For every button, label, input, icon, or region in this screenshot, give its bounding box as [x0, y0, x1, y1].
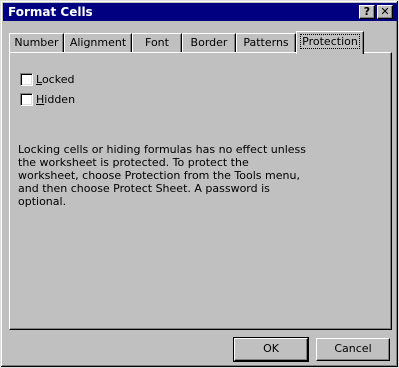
- dialog-title: Format Cells: [8, 5, 93, 19]
- protection-note: Locking cells or hiding formulas has no …: [18, 143, 306, 208]
- cancel-button[interactable]: Cancel: [316, 338, 390, 361]
- hidden-label: Hidden: [36, 93, 76, 106]
- locked-checkbox[interactable]: [20, 73, 33, 86]
- tab-font[interactable]: Font: [132, 33, 182, 53]
- locked-label: Locked: [36, 73, 75, 86]
- title-bar[interactable]: Format Cells ? ✕: [3, 3, 398, 21]
- close-icon: ✕: [380, 5, 390, 18]
- hidden-checkbox[interactable]: [20, 93, 33, 106]
- tab-protection[interactable]: Protection: [296, 31, 364, 54]
- close-button[interactable]: ✕: [377, 5, 393, 19]
- help-button[interactable]: ?: [359, 5, 375, 19]
- protection-panel: Locked Hidden Locking cells or hiding fo…: [9, 52, 392, 330]
- tab-border[interactable]: Border: [182, 33, 236, 53]
- tab-alignment[interactable]: Alignment: [64, 33, 132, 53]
- tab-strip: Number Alignment Font Border Patterns Pr…: [9, 31, 393, 54]
- format-cells-dialog: Format Cells ? ✕ Number Alignment Font B…: [0, 0, 399, 368]
- tab-number[interactable]: Number: [9, 33, 64, 53]
- ok-button[interactable]: OK: [233, 337, 309, 362]
- tab-patterns[interactable]: Patterns: [236, 33, 296, 53]
